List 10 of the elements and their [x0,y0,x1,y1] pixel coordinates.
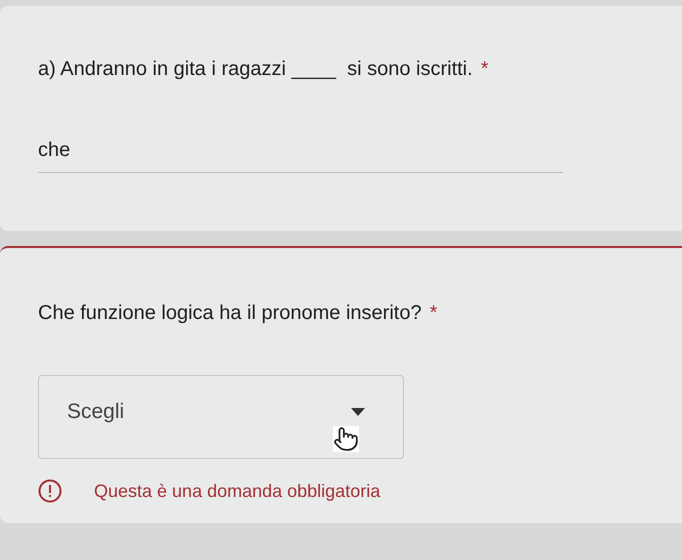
required-asterisk: * [430,302,438,325]
error-message: Questa è una domanda obbligatoria [94,480,380,502]
dropdown[interactable]: Scegli [38,375,404,459]
caret-icon [351,408,365,416]
question-title: a) Andranno in gita i ragazzi ____ si sono iscritti. [38,58,473,81]
hand-pointer-icon [333,426,359,452]
question-title: Che funzione logica ha il pronome inserito? [38,302,422,325]
answer-field[interactable]: che [38,139,563,173]
required-asterisk: * [480,58,488,81]
error-icon [38,479,62,503]
